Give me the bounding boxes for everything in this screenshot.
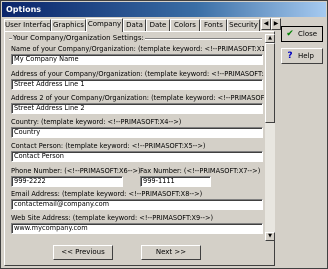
tab-user-interface[interactable]: User Interface	[4, 19, 55, 31]
address2-label: Address 2 of your Company/Organization: …	[11, 94, 264, 102]
arrow-down-icon: ▼	[268, 233, 272, 239]
close-button-label: Close	[298, 30, 318, 38]
address2-input[interactable]: Street Address Line 2	[11, 103, 263, 114]
country-label: Country: (template keyword: <!--PRIMASOF…	[11, 118, 182, 126]
address1-input[interactable]: Street Address Line 1	[11, 79, 263, 90]
tab-colors[interactable]: Colors	[170, 19, 200, 31]
company-name-input[interactable]: My Company Name	[11, 54, 263, 65]
tab-scroll-left-button[interactable]: ◀	[261, 18, 271, 30]
options-window: Options User Interface Graphics Company …	[0, 0, 328, 269]
contact-person-input[interactable]: Contact Person	[11, 151, 263, 162]
website-input[interactable]: www.mycompany.com	[11, 223, 263, 234]
vertical-scrollbar[interactable]: ▲ ▼	[265, 34, 275, 241]
fax-number-input[interactable]: 999-1111	[140, 176, 211, 187]
window-title: Options	[2, 2, 326, 17]
check-icon: ✔	[286, 29, 294, 39]
address1-label: Address of your Company/Organization: (t…	[11, 70, 264, 78]
tab-date[interactable]: Date	[146, 19, 170, 31]
website-label: Web Site Address: (template keyword: <!-…	[11, 214, 214, 222]
company-tab-panel: Your Company/Organization Settings: Name…	[4, 31, 275, 266]
triangle-left-icon: ◀	[263, 20, 269, 27]
tab-scroll-right-button[interactable]: ▶	[271, 18, 281, 30]
phone-number-label: Phone Number: (<!--PRIMASOFT:X6-->)	[11, 167, 141, 175]
tab-graphics[interactable]: Graphics	[51, 19, 86, 31]
help-button[interactable]: ? Help	[281, 48, 323, 64]
tab-strip: User Interface Graphics Company Data Dat…	[4, 18, 274, 32]
phone-number-input[interactable]: 999-2222	[11, 176, 123, 187]
company-name-label: Name of your Company/Organization: (temp…	[11, 45, 264, 53]
tab-security[interactable]: Security	[227, 19, 260, 31]
email-input[interactable]: contactemail@company.com	[11, 199, 263, 210]
settings-scroll-area: Your Company/Organization Settings: Name…	[7, 34, 264, 241]
tab-fonts[interactable]: Fonts	[200, 19, 227, 31]
country-input[interactable]: Country	[11, 127, 263, 138]
arrow-up-icon: ▲	[268, 35, 272, 41]
triangle-right-icon: ▶	[273, 20, 279, 27]
tab-data[interactable]: Data	[123, 19, 146, 31]
help-button-label: Help	[298, 52, 314, 60]
group-title: Your Company/Organization Settings:	[12, 34, 145, 42]
question-icon: ?	[287, 51, 293, 61]
fax-number-label: Fax Number: (<!--PRIMASOFT:X7-->)	[140, 167, 261, 175]
next-button[interactable]: Next >>	[141, 245, 201, 260]
scroll-down-button[interactable]: ▼	[265, 232, 275, 241]
previous-button[interactable]: << Previous	[53, 245, 113, 260]
contact-person-label: Contact Person: (template keyword: <!--P…	[11, 142, 206, 150]
email-label: Email Address: (template keyword: <!--PR…	[11, 190, 203, 198]
scroll-up-button[interactable]: ▲	[265, 34, 275, 43]
tab-company[interactable]: Company	[86, 18, 123, 32]
scroll-thumb[interactable]	[265, 43, 275, 123]
close-button[interactable]: ✔ Close	[281, 26, 323, 42]
